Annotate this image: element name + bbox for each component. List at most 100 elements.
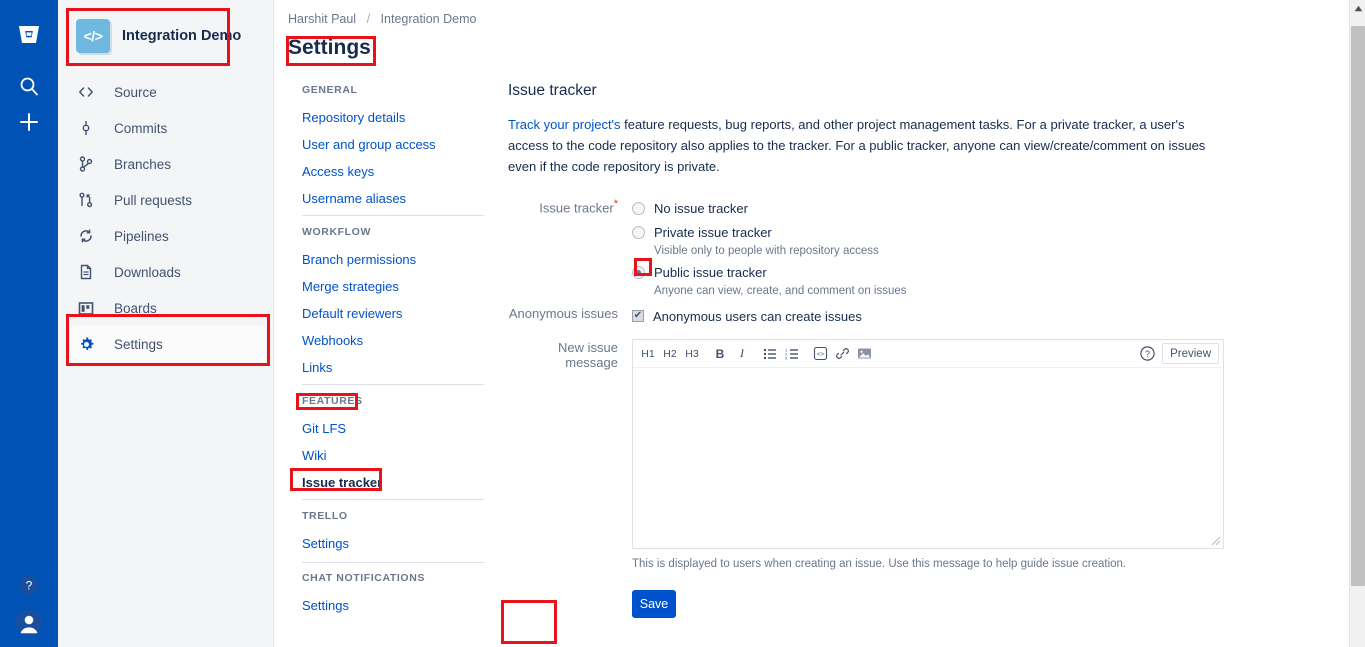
new-issue-message-field: New issue message H1 H2 H3 B I bbox=[508, 339, 1236, 618]
repository-name: Integration Demo bbox=[122, 28, 241, 44]
code-block-icon[interactable]: <> bbox=[810, 344, 830, 364]
radio-label: Public issue tracker bbox=[654, 265, 767, 280]
pull-request-icon bbox=[76, 192, 96, 208]
browser-scrollbar[interactable] bbox=[1349, 0, 1365, 647]
sidebar-item-pull-requests[interactable]: Pull requests bbox=[70, 182, 266, 218]
settings-link-username-aliases[interactable]: Username aliases bbox=[302, 185, 484, 212]
svg-text:<>: <> bbox=[816, 352, 824, 358]
settings-link-default-reviewers[interactable]: Default reviewers bbox=[302, 300, 484, 327]
sidebar-item-source[interactable]: Source bbox=[70, 74, 266, 110]
help-circle-icon[interactable]: ? bbox=[1137, 344, 1157, 364]
sidebar-item-boards[interactable]: Boards bbox=[70, 290, 266, 326]
radio-icon-selected[interactable] bbox=[632, 266, 645, 279]
settings-group-heading: FEATURES bbox=[302, 395, 484, 407]
settings-link-links[interactable]: Links bbox=[302, 354, 484, 381]
repository-header[interactable]: </> Integration Demo bbox=[70, 14, 260, 58]
gear-icon bbox=[76, 336, 96, 353]
panel-description: Track your project's feature requests, b… bbox=[508, 114, 1226, 177]
sidebar-item-downloads[interactable]: Downloads bbox=[70, 254, 266, 290]
sidebar-item-label: Commits bbox=[114, 121, 167, 136]
panel-title: Issue tracker bbox=[508, 82, 1236, 100]
settings-link-git-lfs[interactable]: Git LFS bbox=[302, 415, 484, 442]
global-icon-rail: ? bbox=[0, 0, 58, 647]
sidebar-item-label: Boards bbox=[114, 301, 157, 316]
settings-group-heading: CHAT NOTIFICATIONS bbox=[302, 572, 484, 584]
radio-option-private-issue-tracker[interactable]: Private issue tracker bbox=[632, 221, 1236, 243]
search-icon[interactable] bbox=[0, 70, 58, 102]
settings-group-trello: TRELLO Settings bbox=[302, 510, 484, 557]
sidebar-item-label: Downloads bbox=[114, 265, 181, 280]
radio-icon[interactable] bbox=[632, 226, 645, 239]
anonymous-issues-label: Anonymous issues bbox=[508, 305, 632, 329]
radio-option-public-issue-tracker[interactable]: Public issue tracker bbox=[632, 261, 1236, 283]
settings-link-trello-settings[interactable]: Settings bbox=[302, 530, 484, 557]
checkbox-label: Anonymous users can create issues bbox=[653, 309, 862, 324]
settings-divider bbox=[302, 499, 484, 500]
sidebar-item-branches[interactable]: Branches bbox=[70, 146, 266, 182]
bitbucket-logo-icon[interactable] bbox=[0, 18, 58, 52]
radio-option-no-issue-tracker[interactable]: No issue tracker bbox=[632, 197, 1236, 219]
plus-icon[interactable] bbox=[0, 106, 58, 138]
sidebar-item-pipelines[interactable]: Pipelines bbox=[70, 218, 266, 254]
sidebar-item-commits[interactable]: Commits bbox=[70, 110, 266, 146]
settings-link-access-keys[interactable]: Access keys bbox=[302, 158, 484, 185]
boards-panel-icon bbox=[76, 301, 96, 316]
image-icon[interactable] bbox=[854, 344, 874, 364]
preview-button[interactable]: Preview bbox=[1162, 343, 1219, 364]
numbered-list-icon[interactable]: 1 2 3 bbox=[782, 344, 802, 364]
heading-3-icon[interactable]: H3 bbox=[682, 344, 702, 364]
bullet-list-icon[interactable] bbox=[760, 344, 780, 364]
issue-tracker-options: No issue tracker Private issue tracker V… bbox=[632, 197, 1236, 301]
save-button[interactable]: Save bbox=[632, 590, 676, 618]
user-avatar-icon[interactable] bbox=[0, 607, 58, 639]
settings-link-merge-strategies[interactable]: Merge strategies bbox=[302, 273, 484, 300]
bold-icon[interactable]: B bbox=[710, 344, 730, 364]
radio-label: Private issue tracker bbox=[654, 225, 772, 240]
italic-icon[interactable]: I bbox=[732, 344, 752, 364]
track-your-project-link[interactable]: Track your project's bbox=[508, 117, 621, 132]
issue-tracker-label-text: Issue tracker bbox=[539, 200, 613, 215]
sidebar-item-settings[interactable]: Settings bbox=[70, 326, 266, 362]
editor-toolbar: H1 H2 H3 B I bbox=[633, 340, 1223, 368]
settings-link-user-and-group-access[interactable]: User and group access bbox=[302, 131, 484, 158]
issue-tracker-field: Issue tracker* No issue tracker Private … bbox=[508, 197, 1236, 301]
settings-link-issue-tracker[interactable]: Issue tracker bbox=[302, 469, 484, 496]
checkbox-icon-checked[interactable]: ✔ bbox=[632, 310, 644, 322]
branch-icon bbox=[76, 156, 96, 172]
new-issue-message-textarea[interactable] bbox=[633, 368, 1223, 543]
settings-divider bbox=[302, 562, 484, 563]
svg-text:?: ? bbox=[1145, 349, 1150, 359]
svg-text:?: ? bbox=[26, 578, 33, 592]
heading-1-icon[interactable]: H1 bbox=[638, 344, 658, 364]
radio-hint-private: Visible only to people with repository a… bbox=[654, 245, 1236, 257]
help-circle-icon[interactable]: ? bbox=[0, 571, 58, 599]
settings-group-chat-notifications: CHAT NOTIFICATIONS Settings bbox=[302, 572, 484, 619]
sidebar-item-label: Pull requests bbox=[114, 193, 192, 208]
markdown-editor: H1 H2 H3 B I bbox=[632, 339, 1224, 549]
radio-label: No issue tracker bbox=[654, 201, 748, 216]
settings-link-wiki[interactable]: Wiki bbox=[302, 442, 484, 469]
sidebar-item-label: Source bbox=[114, 85, 157, 100]
settings-divider bbox=[302, 384, 484, 385]
repository-avatar-glyph: </> bbox=[84, 28, 103, 44]
repository-avatar: </> bbox=[76, 19, 110, 53]
required-marker: * bbox=[614, 198, 618, 210]
settings-link-chat-notifications-settings[interactable]: Settings bbox=[302, 592, 484, 619]
new-issue-message-label: New issue message bbox=[508, 339, 632, 618]
scrollbar-thumb[interactable] bbox=[1351, 26, 1365, 586]
new-issue-message-help-text: This is displayed to users when creating… bbox=[632, 558, 1236, 570]
heading-2-icon[interactable]: H2 bbox=[660, 344, 680, 364]
checkbox-anonymous-users-can-create-issues[interactable]: ✔ Anonymous users can create issues bbox=[632, 305, 1236, 327]
radio-icon[interactable] bbox=[632, 202, 645, 215]
link-icon[interactable] bbox=[832, 344, 852, 364]
pipelines-refresh-icon bbox=[76, 228, 96, 244]
issue-tracker-label: Issue tracker* bbox=[508, 197, 632, 301]
scrollbar-up-arrow-icon[interactable] bbox=[1350, 0, 1365, 17]
settings-link-repository-details[interactable]: Repository details bbox=[302, 104, 484, 131]
settings-group-features: FEATURES Git LFS Wiki Issue tracker bbox=[302, 395, 484, 496]
app-root: ? </> Integration Demo bbox=[0, 0, 1365, 647]
settings-link-webhooks[interactable]: Webhooks bbox=[302, 327, 484, 354]
issue-tracker-panel: Issue tracker Track your project's featu… bbox=[508, 82, 1236, 618]
svg-text:3: 3 bbox=[785, 355, 788, 359]
settings-link-branch-permissions[interactable]: Branch permissions bbox=[302, 246, 484, 273]
